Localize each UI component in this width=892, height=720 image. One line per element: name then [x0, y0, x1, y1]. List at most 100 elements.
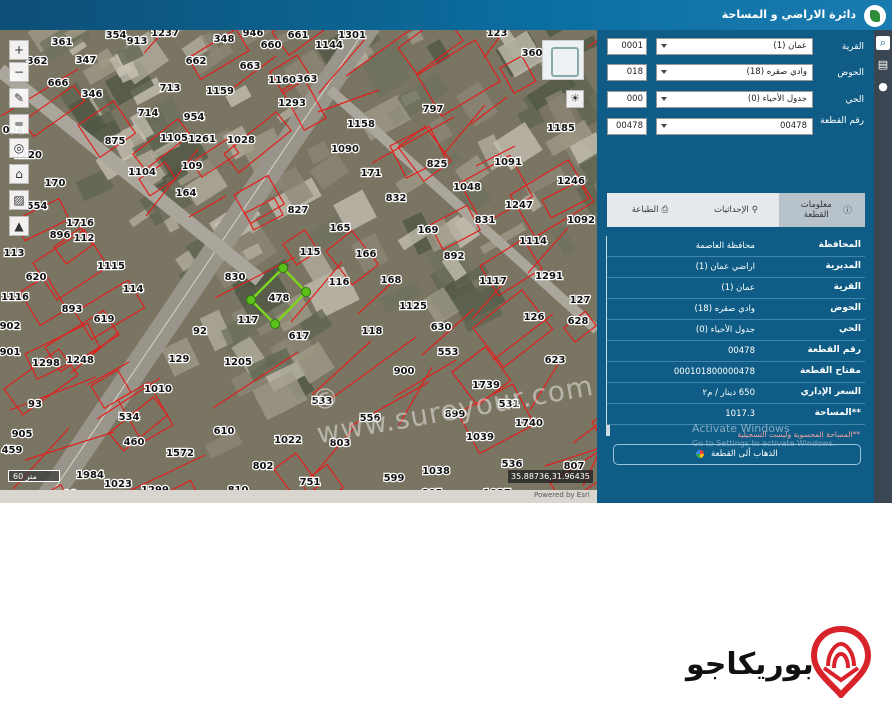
- parcel-number-label: 1185: [547, 123, 575, 134]
- parcel-number-label: 1115: [97, 261, 125, 272]
- parcel-number-label: 830: [225, 272, 246, 283]
- info-key: المديرية: [825, 261, 861, 271]
- chevron-down-icon: [661, 124, 667, 128]
- parcel-number-label: 660: [261, 40, 282, 51]
- parcel-number-label: 1158: [347, 119, 375, 130]
- brand-name: بوريكاجو: [686, 647, 815, 682]
- parcel-number-label: 630: [431, 322, 452, 333]
- printer-icon[interactable]: ▤: [876, 58, 890, 72]
- chevron-down-icon: [661, 70, 667, 74]
- info-key: **المساحة: [814, 408, 861, 418]
- value-select[interactable]: عمان (1): [656, 38, 813, 55]
- parcel-number-label: 360: [522, 48, 543, 59]
- printer-icon: ⎙: [661, 205, 669, 215]
- zoom-out-button[interactable]: −: [9, 62, 29, 82]
- parcel-number-label: 1091: [494, 157, 522, 168]
- value-select[interactable]: جدول الأحياء (0): [656, 91, 813, 108]
- info-row: القرية عمان (1): [607, 278, 865, 299]
- tab-print[interactable]: ⎙ الطباعة: [607, 193, 693, 227]
- zoom-in-button[interactable]: +: [9, 40, 29, 60]
- parcel-number-label: 166: [356, 249, 377, 260]
- parcel-number-label: 1247: [505, 200, 533, 211]
- tab-parcel-info[interactable]: ⓘ معلومات القطعة: [779, 193, 865, 227]
- code-input[interactable]: 0001: [607, 38, 647, 55]
- edit-box-icon[interactable]: ▨: [9, 190, 29, 210]
- info-value: 000101800000478: [673, 367, 755, 377]
- compass-north-icon[interactable]: ▲: [9, 216, 29, 236]
- parcel-number-label: 1572: [166, 448, 194, 459]
- location-pin-icon[interactable]: ●: [876, 80, 890, 94]
- parcel-number-label: 361: [52, 37, 73, 48]
- parcel-number-label: 831: [475, 215, 496, 226]
- map-view[interactable]: 361 354 913 1237 348 946 660 661 1144 1301 123 360 3…: [0, 30, 597, 503]
- parcel-number-label: 619: [94, 314, 115, 325]
- code-input[interactable]: 000: [607, 91, 647, 108]
- parcel-number-label: 713: [160, 83, 181, 94]
- parcel-number-label: 1125: [399, 301, 427, 312]
- parcel-number-label: 905: [12, 429, 33, 440]
- parcel-number-label: 628: [568, 316, 589, 327]
- search-icon[interactable]: ⌕: [876, 36, 890, 50]
- parcel-number-label: 170: [45, 178, 66, 189]
- field-label: رقم القطعة: [820, 116, 864, 126]
- draw-pencil-icon[interactable]: ✎: [9, 88, 29, 108]
- parcel-number-label: 875: [105, 136, 126, 147]
- parcel-number-label: 1105: [160, 133, 188, 144]
- value-select[interactable]: وادي صقره (18): [656, 64, 813, 81]
- locate-target-icon[interactable]: ◎: [9, 138, 29, 158]
- parcel-number-label: 954: [184, 112, 205, 123]
- parcel-number-label: 363: [297, 74, 318, 85]
- tab-coordinates[interactable]: ⚲ الإحداثيات: [693, 193, 779, 227]
- tab-label: الطباعة: [631, 205, 659, 215]
- parcel-number-label: 1039: [466, 432, 494, 443]
- info-value: عمان (1): [721, 283, 755, 293]
- parcel-number-label: 1205: [224, 357, 252, 368]
- info-value: وادي صقره (18): [694, 304, 755, 314]
- home-icon[interactable]: ⌂: [9, 164, 29, 184]
- app-window: دائرة الاراضي و المساحة 361 354 913 1237 348…: [0, 0, 892, 503]
- parcel-number-label: 714: [138, 108, 159, 119]
- search-field-row: 00478 00478 رقم القطعة: [597, 116, 874, 136]
- parcel-number-label: 127: [570, 295, 591, 306]
- field-label: القرية: [841, 42, 864, 52]
- select-value: عمان (1): [773, 41, 807, 51]
- info-value: اراضي عمان (1): [695, 262, 755, 272]
- search-field-row: 018 وادي صقره (18) الحوض: [597, 64, 874, 82]
- measure-ruler-icon[interactable]: ═: [9, 114, 29, 134]
- value-select[interactable]: 00478: [656, 118, 813, 135]
- basemap-thumbnail[interactable]: [542, 40, 584, 80]
- parcel-number-label: 1023: [104, 479, 132, 490]
- field-label: الحوض: [837, 68, 864, 78]
- parcel-number-label: 902: [0, 321, 20, 332]
- parcel-number-label: 1104: [128, 167, 156, 178]
- parcel-number-label: 114: [123, 284, 144, 295]
- parcel-number-label: 165: [330, 223, 351, 234]
- app-header: دائرة الاراضي و المساحة: [0, 0, 892, 32]
- info-tabs: ⓘ معلومات القطعة ⚲ الإحداثيات ⎙ الطباعة: [607, 193, 865, 227]
- parcel-number-label: 1237: [151, 30, 179, 39]
- parcel-number-label: 663: [240, 61, 261, 72]
- code-input[interactable]: 018: [607, 64, 647, 81]
- go-to-parcel-button[interactable]: الذهاب ألى القطعة: [613, 444, 861, 465]
- code-input[interactable]: 00478: [607, 118, 647, 135]
- land-department-logo: [864, 5, 886, 27]
- map-canvas[interactable]: 361 3549131237 348 946660 661 11441301 123 360 3…: [0, 30, 597, 503]
- parcel-number-label: 164: [176, 188, 197, 199]
- selected-parcel-label: 478: [269, 293, 290, 304]
- parcel-number-label: 1010: [144, 384, 172, 395]
- brightness-icon[interactable]: ☀: [566, 90, 584, 108]
- parcel-number-label: 169: [418, 225, 439, 236]
- parcel-number-label: 892: [444, 251, 465, 262]
- parcel-number-label: 348: [214, 34, 235, 45]
- chevron-down-icon: [661, 97, 667, 101]
- parcel-search-panel: 0001 عمان (1) القرية 018 وادي صقره (18) الحوض…: [597, 30, 874, 503]
- parcel-number-label: 599: [384, 473, 405, 484]
- tab-label: الإحداثيات: [713, 205, 749, 215]
- search-field-row: 000 جدول الأحياء (0) الحي: [597, 91, 874, 109]
- parcel-number-label: 116: [329, 277, 350, 288]
- brand-logo-icon: [810, 626, 872, 698]
- parcel-number-label: 1293: [278, 98, 306, 109]
- parcel-number-label: 825: [427, 159, 448, 170]
- parcel-number-label: 113: [4, 248, 25, 259]
- parcel-number-label: 93: [28, 399, 42, 410]
